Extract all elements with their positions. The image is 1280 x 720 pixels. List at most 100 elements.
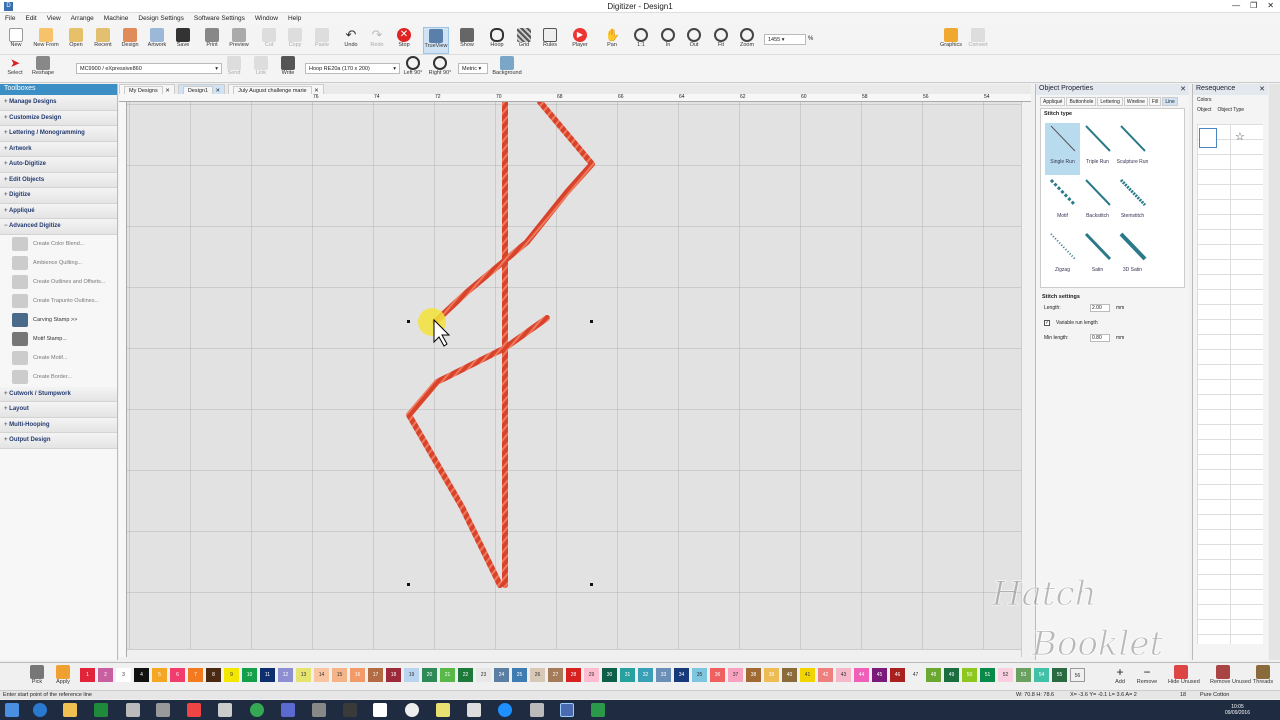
tool-carving-stamp[interactable]: Carving Stamp >> xyxy=(0,311,117,330)
thread-swatch[interactable]: 42 xyxy=(818,668,833,682)
thread-swatch[interactable]: 48 xyxy=(926,668,941,682)
tab-wireline[interactable]: Wireline xyxy=(1123,97,1148,106)
app-icon[interactable] xyxy=(591,703,605,717)
thread-swatch[interactable]: 8 xyxy=(206,668,221,682)
thread-swatch[interactable]: 12 xyxy=(278,668,293,682)
tool-create-color-blend[interactable]: Create Color Blend... xyxy=(0,235,117,254)
digitizer-icon[interactable] xyxy=(560,703,574,717)
select-button[interactable]: ➤ Select xyxy=(2,55,28,82)
thread-swatch[interactable]: 21 xyxy=(440,668,455,682)
section-lettering[interactable]: Lettering / Monogramming xyxy=(0,126,117,142)
section-artwork[interactable]: Artwork xyxy=(0,141,117,157)
section-edit-objects[interactable]: Edit Objects xyxy=(0,172,117,188)
thread-swatch[interactable]: 45 xyxy=(872,668,887,682)
stitch-backstitch[interactable]: Backstitch xyxy=(1080,177,1115,229)
thread-swatch[interactable]: 29 xyxy=(584,668,599,682)
app-icon[interactable] xyxy=(187,703,201,717)
thread-swatch[interactable]: 54 xyxy=(1034,668,1049,682)
zoom-combo[interactable]: 1455 ▾ xyxy=(764,34,806,45)
menu-help[interactable]: Help xyxy=(283,13,306,25)
zoom-fit-button[interactable]: Fit xyxy=(708,27,734,54)
grid-button[interactable]: Grid xyxy=(511,27,537,54)
threads-button[interactable]: Threads xyxy=(1250,664,1276,691)
menu-edit[interactable]: Edit xyxy=(20,13,41,25)
close-icon[interactable]: ✕ xyxy=(1180,85,1186,93)
section-layout[interactable]: Layout xyxy=(0,402,117,418)
length-input[interactable]: 2.00 xyxy=(1090,304,1110,312)
tool-create-outlines[interactable]: Create Outlines and Offsets... xyxy=(0,273,117,292)
thread-swatch[interactable]: 7 xyxy=(188,668,203,682)
stop-button[interactable]: ✕ Stop xyxy=(391,27,417,54)
system-clock[interactable]: 10:05 09/09/2016 xyxy=(1225,704,1250,716)
thread-swatch[interactable]: 24 xyxy=(494,668,509,682)
stitch-triple-run[interactable]: Triple Run xyxy=(1080,123,1115,175)
menu-software-settings[interactable]: Software Settings xyxy=(189,13,250,25)
send-button[interactable]: Send xyxy=(221,55,247,82)
menu-design-settings[interactable]: Design Settings xyxy=(133,13,189,25)
thread-swatch[interactable]: 41 xyxy=(800,668,815,682)
tool-create-border[interactable]: Create Border... xyxy=(0,368,117,387)
section-auto-digitize[interactable]: Auto-Digitize xyxy=(0,157,117,173)
app-icon[interactable] xyxy=(436,703,450,717)
tool-motif-stamp[interactable]: Motif Stamp... xyxy=(0,330,117,349)
thread-swatch[interactable]: 50 xyxy=(962,668,977,682)
thread-swatch[interactable]: 23 xyxy=(476,668,491,682)
thread-swatch[interactable]: 13 xyxy=(296,668,311,682)
redo-button[interactable]: ↷ Redo xyxy=(364,27,390,54)
stitch-sculpture-run[interactable]: Sculpture Run xyxy=(1115,123,1150,175)
new-from-button[interactable]: New From xyxy=(33,27,59,54)
tab-applique[interactable]: Appliqué xyxy=(1040,97,1066,106)
machine-select[interactable]: MC9900 / eXpressive860 ▾ xyxy=(76,63,222,74)
add-thread-button[interactable]: + Add xyxy=(1107,664,1133,691)
tool-ambience-quilting[interactable]: Ambience Quilting... xyxy=(0,254,117,273)
thread-swatch[interactable]: 20 xyxy=(422,668,437,682)
tool-create-trapunto[interactable]: Create Trapunto Outlines... xyxy=(0,292,117,311)
hoop-button[interactable]: Hoop xyxy=(484,27,510,54)
new-button[interactable]: New xyxy=(3,27,29,54)
app-icon[interactable] xyxy=(126,703,140,717)
thread-swatch[interactable]: 15 xyxy=(332,668,347,682)
zoom-in-button[interactable]: In xyxy=(655,27,681,54)
thread-swatch[interactable]: 17 xyxy=(368,668,383,682)
stitch-motif[interactable]: Motif xyxy=(1045,177,1080,229)
thread-swatch[interactable]: 49 xyxy=(944,668,959,682)
thread-swatch[interactable]: 38 xyxy=(746,668,761,682)
tab-line[interactable]: Line xyxy=(1162,97,1178,106)
copy-button[interactable]: Copy xyxy=(282,27,308,54)
rotate-left-button[interactable]: Left 90° xyxy=(400,55,426,82)
thread-swatch[interactable]: 3 xyxy=(116,668,131,682)
app-icon[interactable] xyxy=(530,703,544,717)
thread-swatch[interactable]: 6 xyxy=(170,668,185,682)
artwork-button[interactable]: Artwork xyxy=(144,27,170,54)
remove-unused-button[interactable]: Remove Unused xyxy=(1210,664,1251,691)
hide-unused-button[interactable]: Hide Unused xyxy=(1168,664,1200,691)
tab-fill[interactable]: Fill xyxy=(1148,97,1162,106)
maximize-icon[interactable]: ❐ xyxy=(1250,1,1257,10)
thread-swatch[interactable]: 46 xyxy=(890,668,905,682)
print-button[interactable]: Print xyxy=(199,27,225,54)
thread-swatch[interactable]: 25 xyxy=(512,668,527,682)
close-icon[interactable]: ✕ xyxy=(1267,1,1274,10)
menu-machine[interactable]: Machine xyxy=(99,13,134,25)
open-button[interactable]: Open xyxy=(63,27,89,54)
link-button[interactable]: Link xyxy=(248,55,274,82)
thread-swatch[interactable]: 34 xyxy=(674,668,689,682)
thread-swatch[interactable]: 51 xyxy=(980,668,995,682)
apply-button[interactable]: Apply xyxy=(50,664,76,691)
recent-button[interactable]: Recent xyxy=(90,27,116,54)
stitch-zigzag[interactable]: Zigzag xyxy=(1045,231,1080,283)
selection-handles[interactable] xyxy=(407,320,593,586)
thread-swatch[interactable]: 47 xyxy=(908,668,923,682)
thread-swatch[interactable]: 52 xyxy=(998,668,1013,682)
units-select[interactable]: Metric ▾ xyxy=(458,63,488,74)
menu-window[interactable]: Window xyxy=(250,13,283,25)
convert-button[interactable]: Convert xyxy=(965,27,991,54)
thread-swatch[interactable]: 32 xyxy=(638,668,653,682)
menu-file[interactable]: File xyxy=(0,13,20,25)
reshape-button[interactable]: Reshape xyxy=(30,55,56,82)
app-icon[interactable] xyxy=(156,703,170,717)
design-button[interactable]: Design xyxy=(117,27,143,54)
close-icon[interactable]: ✕ xyxy=(1259,85,1265,93)
thread-swatch[interactable]: 1 xyxy=(80,668,95,682)
folder-icon[interactable] xyxy=(63,703,77,717)
